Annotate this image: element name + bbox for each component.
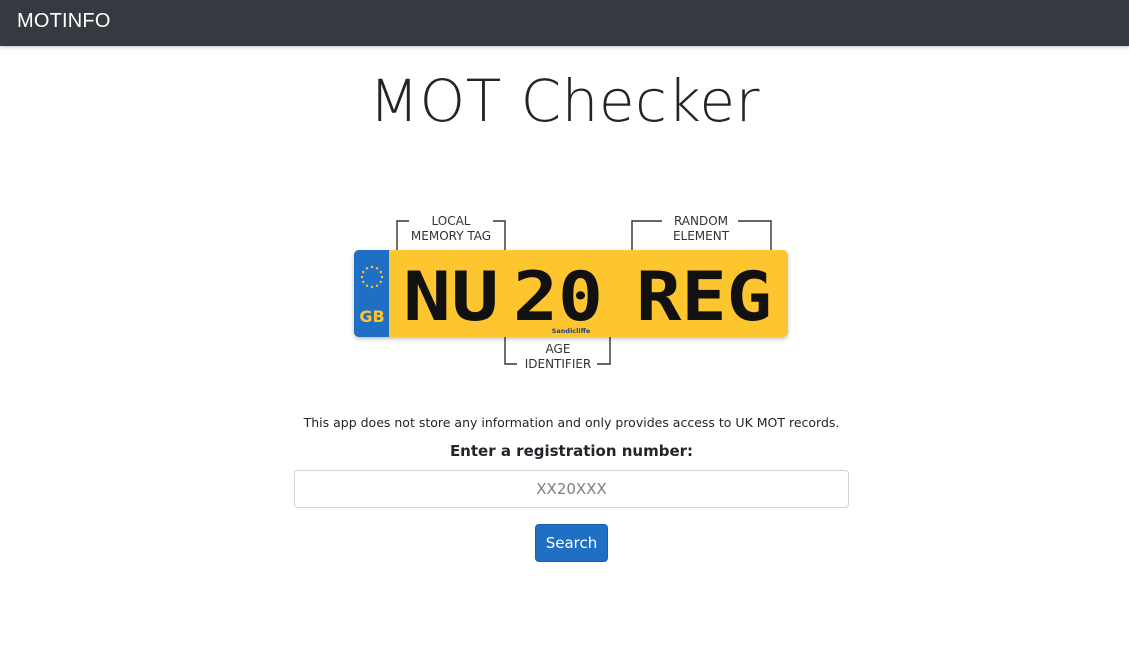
privacy-disclaimer: This app does not store any information … xyxy=(303,415,840,430)
local-memory-tag-label-line2: MEMORY TAG xyxy=(411,229,491,243)
country-code: GB xyxy=(359,307,384,326)
search-button[interactable]: Search xyxy=(535,524,608,562)
dealer-text: Sandicliffe xyxy=(552,327,591,335)
page-title: MOT Checker xyxy=(369,67,760,135)
number-plate-diagram: LOCAL MEMORY TAG RANDOM ELEMENT AGE IDEN… xyxy=(348,208,798,374)
registration-label: Enter a registration number: xyxy=(449,442,694,460)
plate-random-element: REG xyxy=(636,258,772,337)
registration-input[interactable] xyxy=(294,470,849,508)
age-identifier-label-line1: AGE xyxy=(546,342,571,356)
top-navbar: MOTINFO xyxy=(0,0,1129,46)
number-plate-illustration: LOCAL MEMORY TAG RANDOM ELEMENT AGE IDEN… xyxy=(354,214,788,371)
plate-age-identifier: 20 xyxy=(513,258,603,337)
local-memory-tag-label-line1: LOCAL xyxy=(432,214,471,228)
plate-local-memory-tag: NU xyxy=(403,258,499,337)
random-element-label-line1: RANDOM xyxy=(674,214,728,228)
random-element-label-line2: ELEMENT xyxy=(673,229,730,243)
brand-link[interactable]: MOTINFO xyxy=(17,9,111,33)
age-identifier-label-line2: IDENTIFIER xyxy=(525,357,592,371)
